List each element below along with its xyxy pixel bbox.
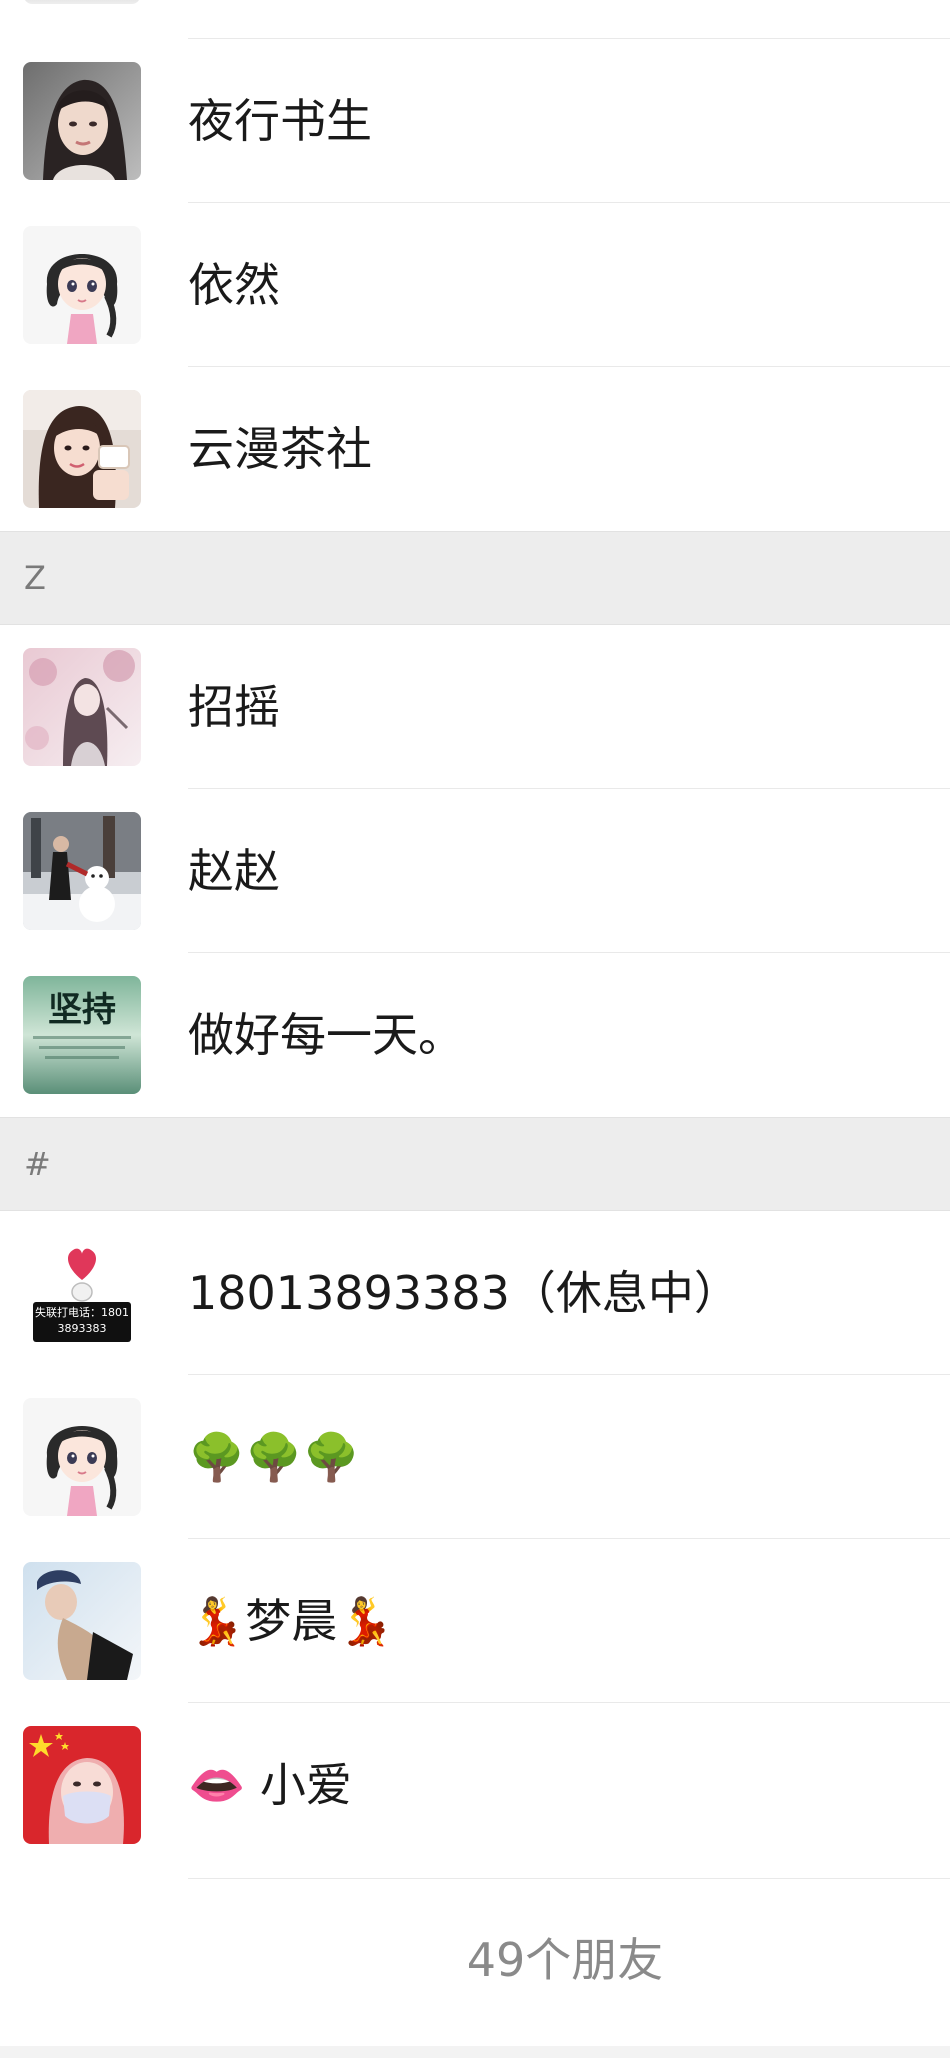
avatar[interactable] xyxy=(23,812,141,930)
woman-portrait-icon xyxy=(23,62,141,180)
cartoon-girl-icon xyxy=(23,1398,141,1516)
avatar[interactable]: 坚持 xyxy=(23,976,141,1094)
contacts-page: 夜行书生 依然 云漫茶社 Z 招摇 赵赵 坚持 做好每一天。 # 失联打电话：1… xyxy=(0,0,950,2058)
contact-name: 招摇 xyxy=(188,680,280,734)
contact-row[interactable]: 👄 小爱 xyxy=(0,1703,950,1867)
contact-name: 云漫茶社 xyxy=(188,422,372,476)
avatar xyxy=(24,0,140,4)
contact-name: 18013893383（休息中） xyxy=(188,1266,740,1320)
list-end-divider xyxy=(188,1878,950,1879)
avatar[interactable]: 失联打电话：18013893383 xyxy=(23,1234,141,1352)
contact-row[interactable]: 依然 xyxy=(0,203,950,367)
woman-cap-photo-icon xyxy=(23,1562,141,1680)
contact-name: 💃梦晨💃 xyxy=(188,1594,395,1648)
contact-name: 👄 小爱 xyxy=(188,1758,352,1812)
friend-count: 49个朋友 xyxy=(466,1933,664,1987)
avatar[interactable] xyxy=(23,226,141,344)
avatar[interactable] xyxy=(23,1726,141,1844)
avatar[interactable] xyxy=(23,1398,141,1516)
contact-row[interactable]: 招摇 xyxy=(0,625,950,789)
contact-row[interactable]: 夜行书生 xyxy=(0,39,950,203)
section-header-hash: # xyxy=(0,1117,950,1211)
blossom-woman-icon xyxy=(23,648,141,766)
woman-with-cup-icon xyxy=(23,390,141,508)
snowman-photo-icon xyxy=(23,812,141,930)
contact-row[interactable]: 🌳🌳🌳 xyxy=(0,1375,950,1539)
section-letter: # xyxy=(24,1145,51,1183)
contact-row[interactable]: 坚持 做好每一天。 xyxy=(0,953,950,1117)
contact-row[interactable]: 💃梦晨💃 xyxy=(0,1539,950,1703)
flag-mask-woman-icon xyxy=(23,1726,141,1844)
avatar[interactable] xyxy=(23,648,141,766)
avatar-text: 失联打电话：18013893383 xyxy=(35,1306,129,1335)
contact-row[interactable]: 失联打电话：18013893383 18013893383（休息中） xyxy=(0,1211,950,1375)
contact-name: 依然 xyxy=(188,258,280,312)
contact-row[interactable]: 赵赵 xyxy=(0,789,950,953)
contact-name: 赵赵 xyxy=(188,844,280,898)
avatar[interactable] xyxy=(23,390,141,508)
previous-contact-row-partial[interactable] xyxy=(0,0,950,39)
contact-name: 做好每一天。 xyxy=(188,1008,464,1062)
bottom-edge xyxy=(0,2046,950,2058)
contact-row[interactable]: 云漫茶社 xyxy=(0,367,950,531)
avatar[interactable] xyxy=(23,1562,141,1680)
section-letter: Z xyxy=(24,559,46,597)
contact-name: 夜行书生 xyxy=(188,94,372,148)
avatar[interactable] xyxy=(23,62,141,180)
avatar-text: 坚持 xyxy=(48,990,116,1030)
contact-name: 🌳🌳🌳 xyxy=(188,1430,360,1484)
cartoon-girl-icon xyxy=(23,226,141,344)
section-header-z: Z xyxy=(0,531,950,625)
